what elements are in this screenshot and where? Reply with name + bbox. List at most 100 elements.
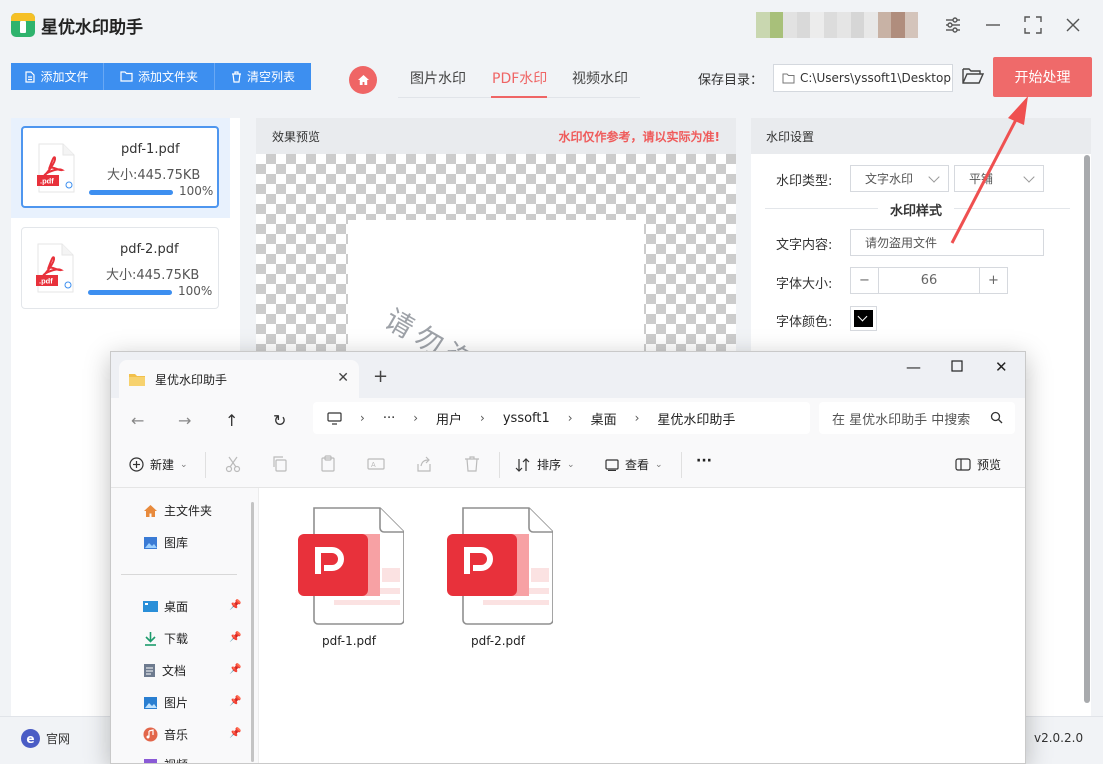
breadcrumb-folder[interactable]: 星优水印助手 (657, 409, 735, 428)
version-label: v2.0.2.0 (1034, 731, 1084, 745)
tab-image-watermark[interactable]: 图片水印 (410, 68, 466, 88)
explorer-tab-bar: 星优水印助手 ✕ + — ✕ (111, 352, 1025, 398)
file-size: 大小:445.75KB (106, 268, 200, 283)
svg-text:.pdf: .pdf (40, 177, 54, 186)
home-button[interactable] (349, 66, 377, 94)
overflow-icon[interactable]: ··· (383, 411, 395, 426)
rename-icon[interactable]: A (367, 455, 385, 473)
explorer-sidebar: 主文件夹 图库 桌面 📌 下载 📌 文档 📌 图片 📌 音乐 📌 (111, 488, 259, 763)
sidebar-item-documents[interactable]: 文档 (143, 662, 186, 679)
add-folder-button[interactable]: 添加文件夹 (104, 63, 215, 90)
svg-text:.pdf: .pdf (39, 277, 53, 286)
clear-list-button[interactable]: 清空列表 (215, 63, 311, 90)
explorer-file-item[interactable]: pdf-2.pdf (443, 504, 554, 648)
title-bar: 星优水印助手 (0, 0, 1103, 50)
pin-icon[interactable]: 📌 (229, 632, 241, 643)
file-name: pdf-1.pdf (121, 142, 180, 157)
sidebar-label: 图库 (164, 536, 189, 550)
maximize-icon[interactable] (1020, 12, 1046, 38)
pin-icon[interactable]: 📌 (229, 696, 241, 707)
sidebar-label: 音乐 (164, 728, 189, 742)
explorer-tab-title: 星优水印助手 (155, 372, 228, 387)
folder-icon (129, 373, 145, 386)
user-avatar[interactable] (756, 12, 918, 38)
settings-scrollbar[interactable] (1084, 155, 1090, 703)
add-file-label: 添加文件 (40, 70, 89, 84)
new-button[interactable]: 新建 ⌄ (129, 456, 188, 473)
back-icon[interactable]: ← (131, 411, 144, 430)
chevron-down-icon (928, 171, 940, 183)
file-card-1[interactable]: .pdf pdf-1.pdf 大小:445.75KB 100% (21, 126, 219, 208)
settings-icon[interactable] (940, 12, 966, 38)
pin-icon[interactable]: 📌 (229, 600, 241, 611)
preview-warning: 水印仅作参考，请以实际为准! (558, 129, 720, 144)
tab-pdf-watermark[interactable]: PDF水印 (492, 68, 547, 88)
refresh-icon[interactable]: ↻ (273, 411, 286, 430)
forward-icon[interactable]: → (178, 411, 191, 430)
sidebar-item-pictures[interactable]: 图片 (143, 694, 188, 711)
minimize-icon[interactable] (980, 12, 1006, 38)
copy-icon[interactable] (271, 455, 289, 473)
add-file-button[interactable]: 添加文件 (11, 63, 104, 90)
ie-icon: e (21, 729, 40, 748)
new-tab-icon[interactable]: + (373, 366, 388, 387)
preview-pane-button[interactable]: 预览 (955, 456, 1001, 473)
more-options-button[interactable]: ··· (696, 453, 712, 469)
sidebar-item-downloads[interactable]: 下载 (143, 630, 188, 647)
pin-icon[interactable]: 📌 (229, 664, 241, 675)
breadcrumb[interactable]: › ··· › 用户 › yssoft1 › 桌面 › 星优水印助手 (313, 402, 810, 434)
sidebar-item-videos[interactable]: 视频 (143, 756, 188, 763)
text-content-label: 文字内容: (776, 238, 833, 253)
home-icon (357, 75, 369, 85)
view-button[interactable]: 查看 ⌄ (605, 456, 663, 473)
font-size-stepper[interactable]: − 66 + (850, 267, 1008, 294)
app-title: 星优水印助手 (41, 18, 143, 38)
paste-icon[interactable] (319, 455, 337, 473)
explorer-file-item[interactable]: pdf-1.pdf (294, 504, 405, 648)
sort-icon (515, 457, 530, 472)
pin-icon[interactable]: 📌 (229, 728, 241, 739)
settings-title: 水印设置 (751, 118, 1091, 154)
font-size-value[interactable]: 66 (879, 268, 979, 293)
save-dir-value: C:\Users\yssoft1\Desktop (800, 71, 951, 85)
tab-video-watermark[interactable]: 视频水印 (572, 68, 628, 88)
maximize-icon[interactable] (951, 358, 963, 376)
file-name: pdf-2.pdf (120, 242, 179, 257)
watermark-type-select[interactable]: 文字水印 (850, 165, 949, 192)
search-input[interactable]: 在 星优水印助手 中搜索 (819, 402, 1015, 434)
font-color-picker[interactable] (850, 306, 877, 331)
close-tab-icon[interactable]: ✕ (337, 370, 349, 386)
up-icon[interactable]: ↑ (225, 411, 238, 430)
preview-title: 效果预览 (272, 129, 321, 144)
sidebar-item-desktop[interactable]: 桌面 (143, 598, 188, 615)
increment-button[interactable]: + (979, 268, 1007, 293)
browse-folder-icon[interactable] (962, 67, 985, 87)
file-card-2[interactable]: .pdf pdf-2.pdf 大小:445.75KB 100% (21, 227, 219, 309)
share-icon[interactable] (415, 455, 433, 473)
sidebar-item-music[interactable]: 音乐 (143, 726, 188, 743)
document-icon (144, 664, 155, 677)
official-site-link[interactable]: e 官网 (21, 729, 70, 748)
explorer-tab[interactable]: 星优水印助手 ✕ (119, 360, 359, 398)
breadcrumb-desktop[interactable]: 桌面 (591, 409, 617, 428)
new-label: 新建 (150, 458, 175, 472)
sidebar-item-home[interactable]: 主文件夹 (143, 502, 212, 519)
breadcrumb-users[interactable]: 用户 (436, 409, 462, 428)
trash-icon (231, 70, 241, 83)
save-dir-input[interactable]: C:\Users\yssoft1\Desktop (773, 64, 953, 92)
cut-icon[interactable] (224, 455, 242, 473)
decrement-button[interactable]: − (851, 268, 879, 293)
sort-button[interactable]: 排序 ⌄ (515, 456, 575, 473)
clear-list-label: 清空列表 (246, 70, 295, 84)
file-size: 大小:445.75KB (107, 168, 201, 183)
breadcrumb-user[interactable]: yssoft1 (503, 411, 550, 426)
minimize-icon[interactable]: — (906, 358, 921, 376)
sidebar-label: 视频 (164, 756, 188, 763)
sidebar-scrollbar[interactable] (251, 502, 254, 762)
close-icon[interactable]: ✕ (995, 358, 1008, 376)
sidebar-item-gallery[interactable]: 图库 (143, 534, 188, 551)
red-arrow-annotation (950, 96, 1028, 244)
delete-icon[interactable] (463, 455, 481, 473)
font-size-label: 字体大小: (776, 277, 833, 292)
close-icon[interactable] (1060, 12, 1086, 38)
